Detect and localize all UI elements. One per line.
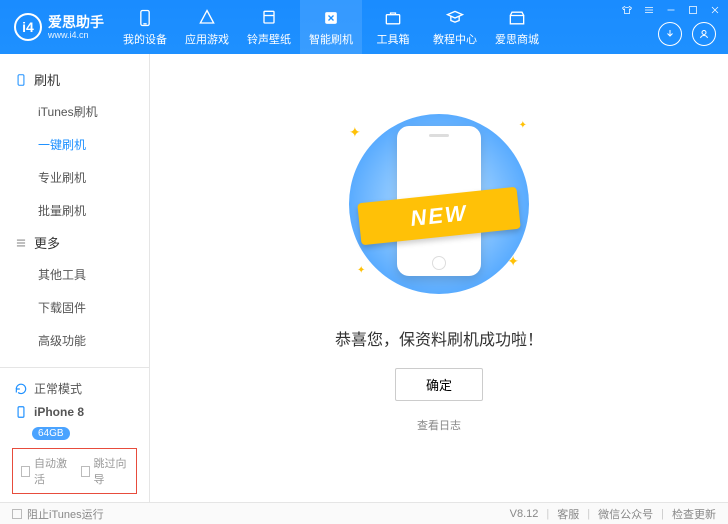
menu-lines-icon: [14, 236, 28, 250]
device-row[interactable]: iPhone 8: [12, 401, 137, 423]
ringtone-icon: [258, 8, 280, 28]
app-icon: [196, 8, 218, 28]
success-message: 恭喜您，保资料刷机成功啦！: [335, 326, 543, 350]
user-icon[interactable]: [692, 22, 716, 46]
brand-domain: www.i4.cn: [48, 31, 104, 40]
status-link-wechat[interactable]: 微信公众号: [598, 506, 653, 522]
store-icon: [506, 8, 528, 28]
view-log-link[interactable]: 查看日志: [417, 417, 461, 433]
statusbar-left: 阻止iTunes运行: [12, 506, 104, 522]
sidebar-item-pro-flash[interactable]: 专业刷机: [0, 161, 149, 194]
tshirt-icon[interactable]: [620, 3, 634, 17]
nav-flash[interactable]: 智能刷机: [300, 0, 362, 54]
status-link-update[interactable]: 检查更新: [672, 506, 716, 522]
nav-tutorial[interactable]: 教程中心: [424, 0, 486, 54]
checkbox-skip-guide[interactable]: 跳过向导: [81, 455, 129, 487]
logo-text: 爱思助手 www.i4.cn: [48, 15, 104, 40]
device-small-icon: [14, 405, 28, 419]
logo-area: i4 爱思助手 www.i4.cn: [0, 13, 114, 41]
checkbox-block-itunes[interactable]: 阻止iTunes运行: [12, 506, 104, 522]
flash-icon: [320, 8, 342, 28]
version-text: V8.12: [510, 508, 539, 520]
nav-apps[interactable]: 应用游戏: [176, 0, 238, 54]
download-icon[interactable]: [658, 22, 682, 46]
ok-button[interactable]: 确定: [395, 368, 483, 401]
sidebar-group-more[interactable]: 更多: [0, 227, 149, 258]
minimize-icon[interactable]: [664, 3, 678, 17]
main-panel: NEW ✦✦✦✦ 恭喜您，保资料刷机成功啦！ 确定 查看日志: [150, 54, 728, 502]
nav-my-device[interactable]: 我的设备: [114, 0, 176, 54]
nav-toolbox[interactable]: 工具箱: [362, 0, 424, 54]
refresh-icon: [14, 382, 28, 396]
maximize-icon[interactable]: [686, 3, 700, 17]
top-bar: i4 爱思助手 www.i4.cn 我的设备 应用游戏 铃声壁纸 智能刷机 工具…: [0, 0, 728, 54]
sidebar-item-batch-flash[interactable]: 批量刷机: [0, 194, 149, 227]
sidebar-item-itunes-flash[interactable]: iTunes刷机: [0, 95, 149, 128]
logo-icon: i4: [14, 13, 42, 41]
top-nav: 我的设备 应用游戏 铃声壁纸 智能刷机 工具箱 教程中心 爱思商城: [114, 0, 548, 54]
toolbox-icon: [382, 8, 404, 28]
sidebar: 刷机 iTunes刷机 一键刷机 专业刷机 批量刷机 更多 其他工具 下载固件 …: [0, 54, 150, 502]
nav-store[interactable]: 爱思商城: [486, 0, 548, 54]
capacity-badge: 64GB: [32, 427, 70, 440]
checkbox-auto-activate[interactable]: 自动激活: [21, 455, 69, 487]
device-icon: [134, 8, 156, 28]
status-link-support[interactable]: 客服: [557, 506, 579, 522]
tutorial-icon: [444, 8, 466, 28]
sidebar-group-flash[interactable]: 刷机: [0, 64, 149, 95]
sidebar-item-download-firmware[interactable]: 下载固件: [0, 291, 149, 324]
header-right-icons: [658, 22, 716, 46]
status-bar: 阻止iTunes运行 V8.12 | 客服 | 微信公众号 | 检查更新: [0, 502, 728, 524]
sidebar-bottom: 正常模式 iPhone 8 64GB 自动激活 跳过向导: [0, 367, 149, 502]
phone-icon: [14, 73, 28, 87]
body-area: 刷机 iTunes刷机 一键刷机 专业刷机 批量刷机 更多 其他工具 下载固件 …: [0, 54, 728, 502]
mode-row[interactable]: 正常模式: [12, 376, 137, 401]
hero-illustration: NEW ✦✦✦✦: [329, 104, 549, 304]
window-controls: [620, 3, 722, 17]
checks-highlight-box: 自动激活 跳过向导: [12, 448, 137, 494]
brand-name: 爱思助手: [48, 15, 104, 29]
statusbar-right: V8.12 | 客服 | 微信公众号 | 检查更新: [510, 506, 716, 522]
sidebar-item-oneclick-flash[interactable]: 一键刷机: [0, 128, 149, 161]
sidebar-item-other-tools[interactable]: 其他工具: [0, 258, 149, 291]
nav-ringtones[interactable]: 铃声壁纸: [238, 0, 300, 54]
close-icon[interactable]: [708, 3, 722, 17]
menu-icon[interactable]: [642, 3, 656, 17]
sidebar-item-advanced[interactable]: 高级功能: [0, 324, 149, 357]
